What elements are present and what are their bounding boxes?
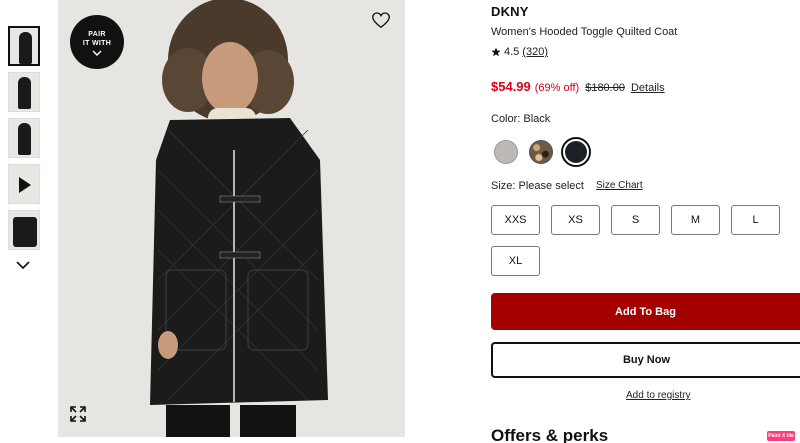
swatch-black[interactable]	[565, 141, 587, 163]
size-s-button[interactable]: S	[611, 205, 660, 235]
price-block: $54.99 (69% off) $180.00 Details	[491, 79, 665, 94]
add-to-registry-link[interactable]: Add to registry	[626, 390, 690, 401]
swatch-gray[interactable]	[494, 140, 518, 164]
size-xs-button[interactable]: XS	[551, 205, 600, 235]
star-icon	[491, 47, 501, 57]
thumbnail-rail	[8, 26, 40, 256]
buy-now-button[interactable]: Buy Now	[491, 342, 800, 378]
heart-icon[interactable]	[372, 12, 390, 29]
size-xl-button[interactable]: XL	[491, 246, 540, 276]
size-l-button[interactable]: L	[731, 205, 780, 235]
pair-it-with-button[interactable]: PAIR IT WITH	[70, 15, 124, 69]
thumbnail-2[interactable]	[8, 72, 40, 112]
size-label: Size: Please select	[491, 180, 584, 192]
thumbnail-1[interactable]	[8, 26, 40, 66]
chevron-down-icon[interactable]	[16, 258, 30, 272]
chevron-down-icon	[92, 50, 102, 56]
size-m-button[interactable]: M	[671, 205, 720, 235]
size-row: Size: Please select Size Chart	[491, 180, 643, 192]
rating: 4.5 (320)	[491, 46, 548, 58]
size-chart-link[interactable]: Size Chart	[596, 180, 643, 192]
discount-percent: (69% off)	[534, 82, 580, 94]
sale-price: $54.99	[491, 79, 531, 94]
brand-name[interactable]: DKNY	[491, 4, 529, 19]
pair-label-line2: IT WITH	[82, 40, 112, 47]
color-label: Color: Black	[491, 113, 551, 125]
product-title: Women's Hooded Toggle Quilted Coat	[491, 26, 678, 38]
thumbnail-video[interactable]	[8, 164, 40, 204]
thumbnail-5[interactable]	[8, 210, 40, 250]
play-icon	[19, 177, 31, 193]
size-xxs-button[interactable]: XXS	[491, 205, 540, 235]
swatch-leopard[interactable]	[529, 140, 553, 164]
product-image[interactable]: PAIR IT WITH	[58, 0, 405, 437]
paint-badge[interactable]: Paint X tile	[767, 431, 795, 441]
thumbnail-3[interactable]	[8, 118, 40, 158]
rating-value: 4.5	[504, 46, 520, 58]
offers-heading: Offers & perks	[491, 426, 609, 443]
expand-icon[interactable]	[70, 406, 86, 422]
details-link[interactable]: Details	[631, 82, 665, 94]
add-to-bag-button[interactable]: Add To Bag	[491, 293, 800, 330]
original-price: $180.00	[585, 82, 625, 94]
pair-label-line1: PAIR	[88, 31, 106, 38]
review-count-link[interactable]: (320)	[522, 46, 548, 58]
